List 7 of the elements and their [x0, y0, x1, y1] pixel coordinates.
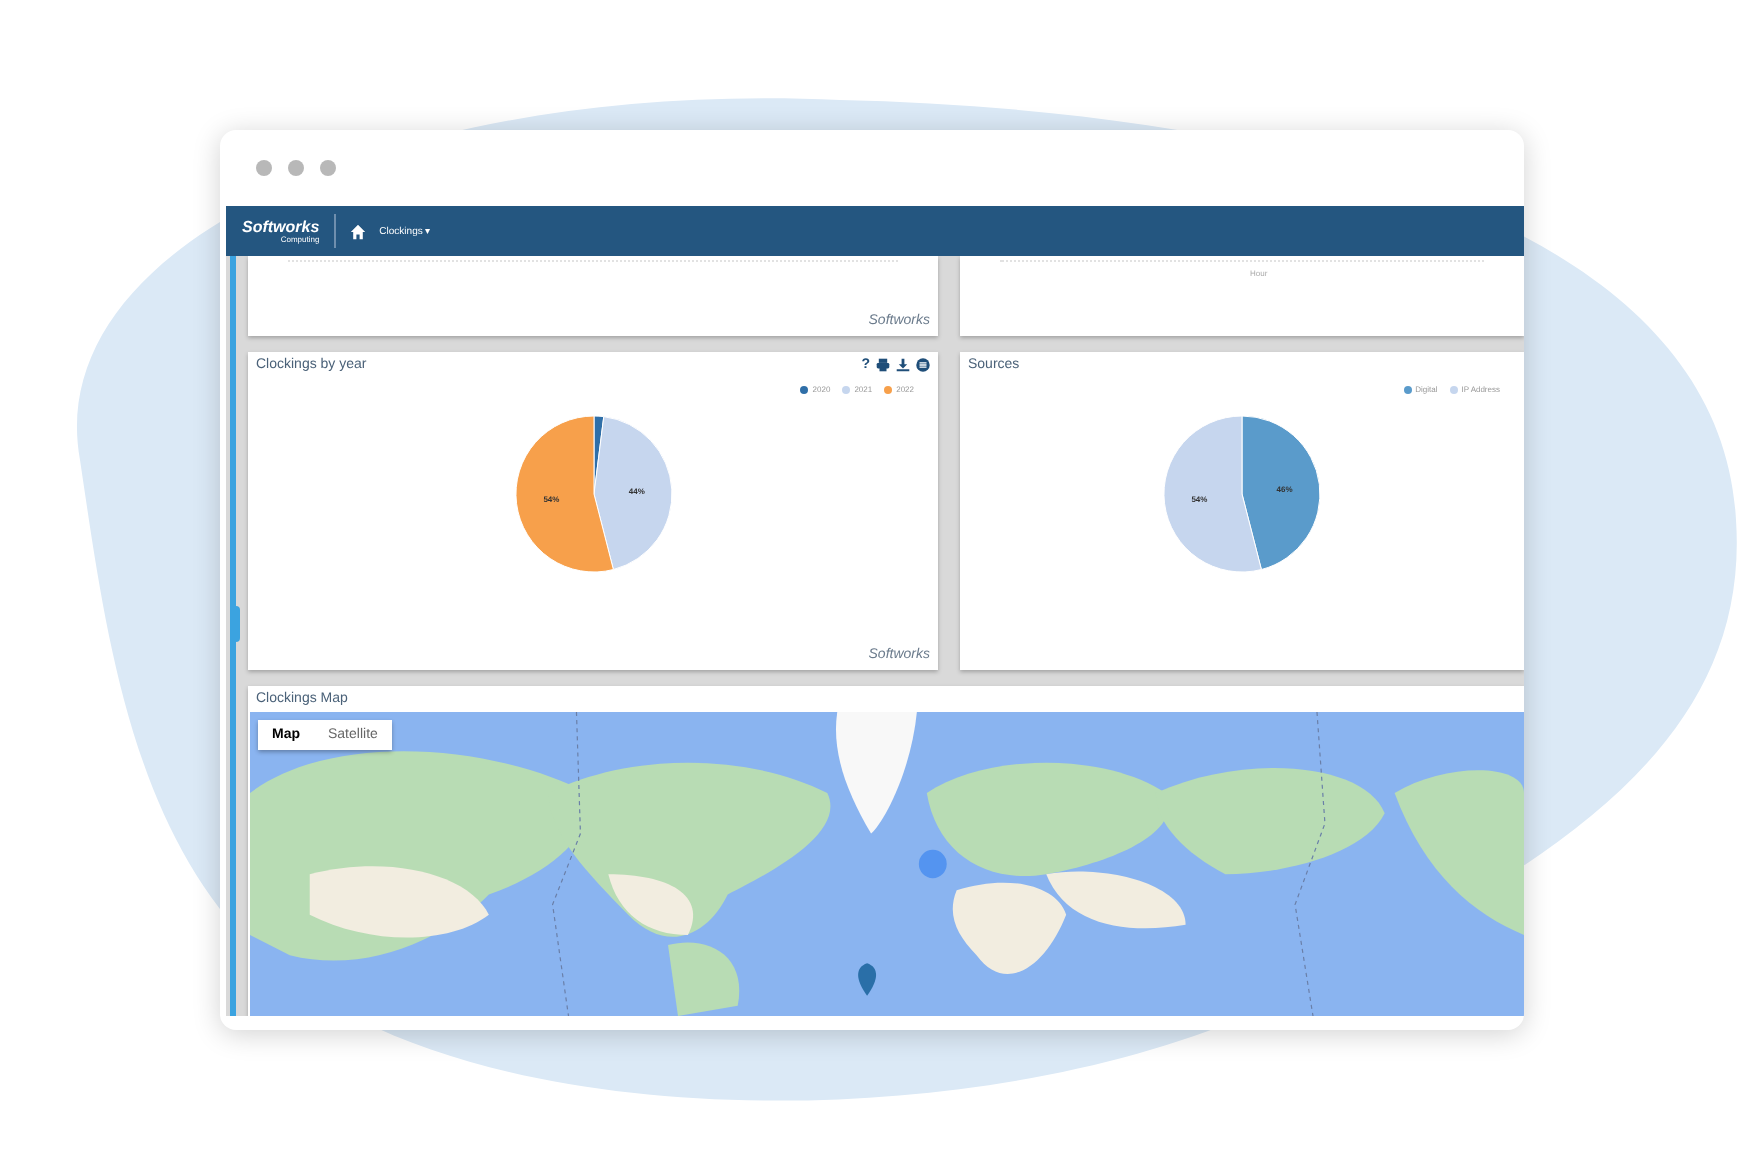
- window-dot: [320, 160, 336, 176]
- home-icon[interactable]: [349, 223, 366, 239]
- download-icon[interactable]: [896, 358, 910, 372]
- window-dot: [256, 160, 272, 176]
- window-dot: [288, 160, 304, 176]
- print-icon[interactable]: [876, 358, 890, 372]
- menu-icon[interactable]: [916, 358, 930, 372]
